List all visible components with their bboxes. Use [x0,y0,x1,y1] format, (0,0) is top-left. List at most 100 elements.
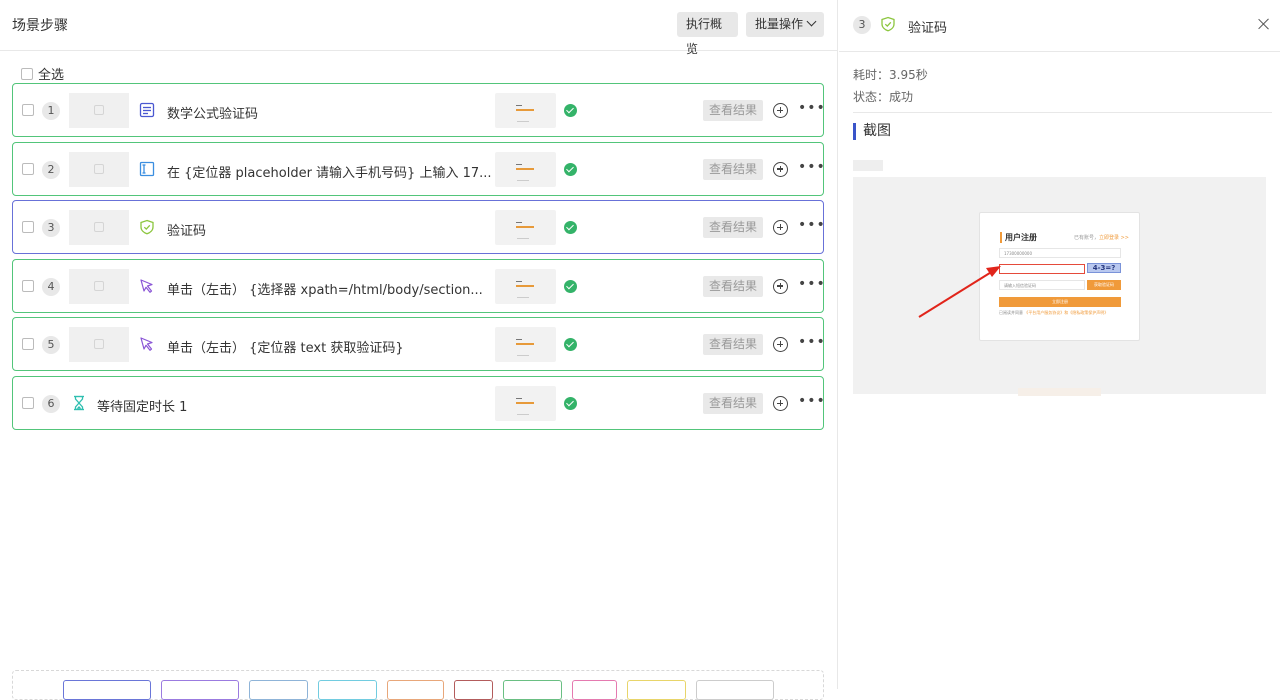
batch-operation-label: 批量操作 [755,17,804,31]
toolbox-chip[interactable] [696,680,774,700]
toolbox-chip[interactable] [63,680,151,700]
toolbox-chip[interactable] [249,680,308,700]
red-arrow-icon [918,266,1001,318]
more-icon[interactable]: ••• [798,334,826,350]
toolbox-chip[interactable] [454,680,493,700]
more-icon[interactable]: ••• [798,276,826,292]
shield-check-icon [140,220,154,235]
success-check-icon [564,396,577,410]
step-row[interactable]: 1 数学公式验证码 查看结果 ••• [12,83,826,137]
step-index: 3 [42,219,60,238]
step-checkbox[interactable] [22,396,34,409]
screenshot-section-title: 截图 [853,123,891,140]
page-title: 场景步骤 [12,18,68,34]
hourglass-icon [74,395,84,411]
more-icon[interactable]: ••• [798,393,826,409]
detail-step-index: 3 [853,16,871,34]
success-check-icon [564,279,577,293]
step-checkbox[interactable] [22,221,34,234]
batch-operation-button[interactable]: 批量操作 [746,12,824,37]
more-icon[interactable]: ••• [798,100,826,116]
step-checkbox[interactable] [22,279,34,292]
step-row[interactable]: 2 在 {定位器 placeholder 请输入手机号码} 上输入 17... … [12,141,826,196]
step-thumbnail [69,327,129,363]
toolbox-chip[interactable] [318,680,377,700]
more-icon[interactable]: ••• [798,159,826,175]
step-row[interactable]: 5 单击（左击） {定位器 text 获取验证码} 查看结果 ••• [12,317,826,372]
step-checkbox[interactable] [22,338,34,351]
click-icon [140,337,153,352]
steps-header: 场景步骤 执行概览 批量操作 [0,0,838,56]
success-check-icon [564,162,577,176]
step-index: 4 [42,277,60,296]
step-index: 2 [42,160,60,179]
add-step-icon[interactable] [773,395,788,411]
success-check-icon [564,104,577,117]
success-check-icon [564,221,577,235]
blurred-footer [1018,388,1101,396]
blurred-label [853,160,883,171]
add-step-icon[interactable] [773,103,788,118]
step-screenshot-thumbnail[interactable] [495,268,556,304]
toolbox-chip[interactable] [387,680,444,700]
add-step-icon[interactable] [773,337,788,353]
step-text: 数学公式验证码 [167,107,259,122]
step-row[interactable]: 6 等待固定时长 1 查看结果 ••• [12,375,826,430]
toolbox-chip[interactable] [572,680,617,700]
status-text: 状态：成功 [853,90,914,104]
step-index: 1 [42,102,60,120]
shield-check-icon [881,16,895,32]
detail-title: 验证码 [908,21,948,36]
step-thumbnail [69,151,129,187]
screenshot-preview[interactable]: 用户注册 已有账号，立即登录 >> 17300000000 4-3=? 请输入短… [853,177,1266,394]
toolbox-chip[interactable] [161,680,239,700]
more-icon[interactable]: ••• [798,217,826,233]
step-screenshot-thumbnail[interactable] [495,385,556,421]
chevron-down-icon [806,16,817,27]
step-row[interactable]: 4 单击（左击） {选择器 xpath=/html/body/section..… [12,258,826,313]
step-thumbnail [69,210,129,246]
view-result-button[interactable]: 查看结果 [703,334,763,356]
scenario-steps-panel: 场景步骤 执行概览 批量操作 全选 1 数学公式验证码 查看结果 ••• 2 在… [0,0,838,700]
add-step-icon[interactable] [773,278,788,294]
execution-overview-button[interactable]: 执行概览 [677,12,738,56]
duration-text: 耗时：3.95秒 [853,68,928,82]
step-index: 6 [42,394,60,413]
step-text: 单击（左击） {定位器 text 获取验证码} [167,341,404,357]
detail-header: 3 验证码 [839,0,1280,52]
step-text: 等待固定时长 1 [97,399,188,415]
step-screenshot-thumbnail[interactable] [495,327,556,363]
step-list: 1 数学公式验证码 查看结果 ••• 2 在 {定位器 placeholder … [12,83,826,435]
step-detail-panel: 3 验证码 耗时：3.95秒 状态：成功 截图 用户注册 已有账号，立即登录 >… [839,0,1280,689]
click-icon [140,279,153,293]
select-all-label: 全选 [38,68,65,83]
view-result-button[interactable]: 查看结果 [703,275,763,297]
document-icon [139,102,155,118]
step-thumbnail [69,268,129,304]
step-screenshot-thumbnail[interactable] [495,151,556,187]
step-text: 验证码 [167,224,207,240]
close-icon[interactable] [1258,18,1270,30]
view-result-button[interactable]: 查看结果 [703,100,763,121]
step-text: 单击（左击） {选择器 xpath=/html/body/section... [167,282,483,298]
input-icon [139,161,155,176]
toolbox-chip[interactable] [503,680,562,700]
add-step-icon[interactable] [773,161,788,177]
toolbox-chip[interactable] [627,680,686,700]
success-check-icon [564,338,577,352]
view-result-button[interactable]: 查看结果 [703,217,763,239]
view-result-button[interactable]: 查看结果 [703,158,763,180]
step-checkbox[interactable] [22,162,34,175]
divider [853,112,1272,113]
step-checkbox[interactable] [22,104,34,116]
step-screenshot-thumbnail[interactable] [495,93,556,128]
step-thumbnail [69,93,129,128]
step-text: 在 {定位器 placeholder 请输入手机号码} 上输入 17... [167,165,492,181]
add-step-icon[interactable] [773,220,788,236]
view-result-button[interactable]: 查看结果 [703,392,763,414]
step-index: 5 [42,336,60,355]
step-row-selected[interactable]: 3 验证码 查看结果 ••• [12,200,826,255]
step-screenshot-thumbnail[interactable] [495,210,556,246]
select-all-checkbox[interactable] [21,67,33,80]
select-all[interactable]: 全选 [21,64,64,83]
